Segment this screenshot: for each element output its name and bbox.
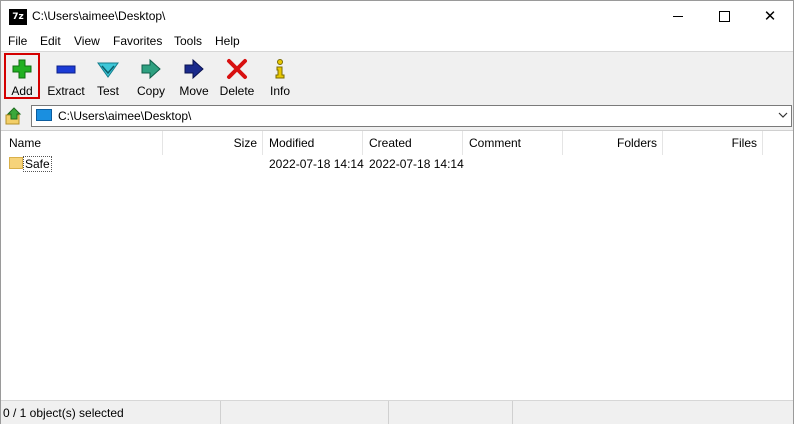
copy-icon bbox=[132, 58, 170, 80]
minimize-button[interactable] bbox=[655, 1, 701, 31]
maximize-button[interactable] bbox=[701, 1, 747, 31]
column-header-created[interactable]: Created bbox=[363, 131, 463, 155]
title-bar: 7z C:\Users\aimee\Desktop\ ✕ bbox=[1, 1, 793, 31]
menu-edit[interactable]: Edit bbox=[40, 34, 61, 48]
delete-icon bbox=[217, 58, 257, 80]
delete-label: Delete bbox=[219, 84, 255, 98]
column-header-comment[interactable]: Comment bbox=[463, 131, 563, 155]
close-button[interactable]: ✕ bbox=[747, 1, 793, 31]
move-label: Move bbox=[179, 84, 209, 98]
move-button[interactable]: Move bbox=[175, 54, 213, 100]
status-cell-4 bbox=[513, 401, 793, 424]
copy-label: Copy bbox=[136, 84, 165, 98]
column-header-folders[interactable]: Folders bbox=[563, 131, 663, 155]
status-cell-2 bbox=[221, 401, 389, 424]
folder-icon bbox=[9, 157, 23, 169]
menu-help[interactable]: Help bbox=[215, 34, 240, 48]
status-selection-cell: 0 / 1 object(s) selected bbox=[1, 401, 221, 424]
desktop-icon bbox=[36, 109, 52, 121]
7zip-window: 7z C:\Users\aimee\Desktop\ ✕ File Edit V… bbox=[0, 0, 794, 424]
status-bar: 0 / 1 object(s) selected bbox=[1, 400, 793, 424]
test-label: Test bbox=[96, 84, 119, 98]
address-path: C:\Users\aimee\Desktop\ bbox=[58, 109, 192, 123]
info-button[interactable]: Info bbox=[263, 54, 297, 100]
column-header-files[interactable]: Files bbox=[663, 131, 763, 155]
add-label: Add bbox=[11, 84, 33, 98]
maximize-icon bbox=[718, 10, 730, 22]
minimize-icon bbox=[673, 15, 683, 17]
column-label: Name bbox=[9, 136, 42, 150]
delete-button[interactable]: Delete bbox=[217, 54, 257, 100]
row-modified: 2022-07-18 14:14 bbox=[269, 157, 364, 171]
column-label: Modified bbox=[269, 136, 315, 150]
up-folder-icon bbox=[5, 107, 22, 125]
menu-bar: File Edit View Favorites Tools Help bbox=[1, 31, 793, 51]
table-row[interactable]: Safe 2022-07-18 14:14 2022-07-18 14:14 bbox=[1, 155, 793, 173]
column-label: Folders bbox=[616, 136, 657, 150]
toolbar: Add Extract Test Copy Move Delete Info bbox=[1, 51, 793, 103]
column-label: Comment bbox=[469, 136, 522, 150]
chevron-down-icon[interactable] bbox=[778, 110, 788, 120]
column-header-name[interactable]: Name bbox=[1, 131, 163, 155]
menu-favorites[interactable]: Favorites bbox=[113, 34, 162, 48]
extract-button[interactable]: Extract bbox=[45, 54, 87, 100]
extract-label: Extract bbox=[47, 84, 85, 98]
column-label: Files bbox=[731, 136, 757, 150]
column-label: Created bbox=[369, 136, 412, 150]
status-selection: 0 / 1 object(s) selected bbox=[3, 406, 124, 420]
close-icon: ✕ bbox=[763, 6, 777, 25]
info-icon bbox=[263, 58, 297, 80]
add-icon bbox=[6, 58, 38, 80]
extract-icon bbox=[45, 58, 87, 80]
menu-file[interactable]: File bbox=[8, 34, 27, 48]
address-combobox[interactable]: C:\Users\aimee\Desktop\ bbox=[31, 105, 792, 127]
address-bar: C:\Users\aimee\Desktop\ bbox=[1, 102, 793, 130]
column-label: Size bbox=[233, 136, 257, 150]
row-created: 2022-07-18 14:14 bbox=[369, 157, 464, 171]
window-title: C:\Users\aimee\Desktop\ bbox=[32, 9, 166, 23]
copy-button[interactable]: Copy bbox=[132, 54, 170, 100]
status-cell-3 bbox=[389, 401, 513, 424]
test-icon bbox=[91, 58, 125, 80]
menu-view[interactable]: View bbox=[74, 34, 100, 48]
column-header-modified[interactable]: Modified bbox=[263, 131, 363, 155]
column-header-size[interactable]: Size bbox=[163, 131, 263, 155]
info-label: Info bbox=[269, 84, 290, 98]
menu-tools[interactable]: Tools bbox=[174, 34, 202, 48]
7zip-app-icon: 7z bbox=[9, 9, 27, 25]
test-button[interactable]: Test bbox=[91, 54, 125, 100]
up-folder-button[interactable] bbox=[5, 107, 23, 125]
add-button[interactable]: Add bbox=[4, 53, 40, 99]
move-icon bbox=[175, 58, 213, 80]
file-list[interactable]: Name Size Modified Created Comment Folde… bbox=[1, 130, 793, 399]
row-name: Safe bbox=[23, 156, 52, 172]
